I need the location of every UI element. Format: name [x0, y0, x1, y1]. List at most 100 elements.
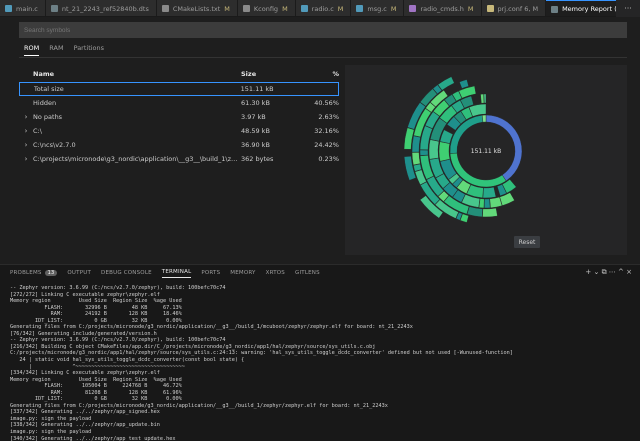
header-size[interactable]: Size [241, 70, 311, 78]
sunburst-segment[interactable] [437, 76, 455, 91]
modified-badge: M [282, 4, 288, 13]
file-icon [409, 5, 417, 12]
table-row[interactable]: Total size 151.11 kB [19, 82, 339, 96]
table-row[interactable]: › C:\ 48.59 kB 32.16% [19, 124, 339, 138]
table-row[interactable]: › No paths 3.97 kB 2.63% [19, 110, 339, 124]
panel-actions[interactable]: + ⌄ ⧉ ⋯ ^ × [585, 268, 632, 277]
row-size: 48.59 kB [241, 127, 270, 135]
tab-label: radio.c [311, 4, 334, 13]
row-name: C:\ [33, 127, 42, 135]
memory-report-tabs: ROM RAM Partitions [24, 44, 104, 56]
file-icon [242, 5, 250, 12]
panel-tabs: PROBLEMS 13 OUTPUT DEBUG CONSOLE TERMINAL POR… [10, 269, 320, 278]
sunburst-segment[interactable] [466, 206, 483, 218]
report-tab-ram[interactable]: RAM [49, 44, 63, 56]
tab-label: CMakeLists.txt [172, 4, 221, 13]
report-tabs-divider [19, 57, 627, 58]
file-icon [50, 5, 58, 12]
editor-tab[interactable]: nt_21_2243_ref52840b.dts [45, 0, 157, 16]
panel-tab-problems[interactable]: PROBLEMS 13 [10, 269, 58, 278]
row-size: 362 bytes [241, 155, 274, 163]
file-icon [551, 5, 559, 13]
header-percent[interactable]: % [311, 70, 339, 78]
file-icon [486, 5, 494, 12]
editor-tab[interactable]: radio_cmds.h M [404, 0, 482, 16]
sunburst-segment[interactable] [482, 186, 497, 199]
sunburst-segment[interactable] [419, 149, 429, 156]
chevron-right-icon[interactable]: › [19, 155, 33, 163]
file-icon [5, 5, 12, 12]
table-row[interactable]: › C:\ncs\v2.7.0 36.90 kB 24.42% [19, 138, 339, 152]
sunburst-segment[interactable] [482, 114, 487, 123]
sunburst-segment[interactable] [458, 85, 477, 99]
editor-tab[interactable]: main.c [0, 0, 46, 16]
panel-tab-gitlens[interactable]: GITLENS [295, 269, 320, 278]
editor-actions-menu[interactable]: ··· [616, 0, 640, 17]
row-name: C:\projects\micronode\g3_nordic\applicat… [33, 155, 241, 163]
row-name: No paths [33, 113, 63, 121]
editor-tab[interactable]: Kconfig M [237, 0, 296, 16]
tab-label: main.c [16, 4, 38, 13]
panel-tab-output[interactable]: OUTPUT [67, 269, 91, 278]
panel-tab-debug-console[interactable]: DEBUG CONSOLE [101, 269, 152, 278]
sunburst-chart[interactable]: 151.11 kB [345, 65, 627, 255]
sunburst-segment[interactable] [428, 139, 440, 160]
sunburst-chart-panel: 151.11 kB [345, 65, 627, 255]
tab-label: Kconfig [253, 4, 279, 13]
modified-badge: M [337, 4, 344, 13]
terminal-line: [340/342] Generating ../../zephyr/app_te… [10, 435, 176, 441]
memory-table: Name Size % Total size 151.11 kB Hidden 61.… [19, 66, 339, 166]
modified-badge: M [390, 4, 397, 13]
panel-tab-xrtos[interactable]: XRTOS [266, 269, 285, 278]
chevron-right-icon[interactable]: › [19, 113, 33, 121]
reset-button[interactable]: Reset [514, 236, 540, 248]
row-size: 3.97 kB [241, 113, 266, 121]
sunburst-segment[interactable] [484, 198, 491, 209]
problems-count-badge: 13 [44, 269, 58, 276]
sunburst-segment[interactable] [480, 93, 485, 104]
sunburst-segment[interactable] [482, 207, 498, 218]
row-name: Total size [33, 85, 64, 93]
editor-tab-bar: main.c nt_21_2243_ref52840b.dts CMakeLists… [0, 0, 640, 17]
row-size: 61.30 kB [241, 99, 270, 107]
search-symbols-input[interactable] [19, 22, 627, 38]
terminal-output[interactable]: -- Zephyr version: 3.6.99 (C:/ncs/v2.7.0… [10, 285, 634, 441]
panel-tab-ports[interactable]: PORTS [201, 269, 220, 278]
editor-tab[interactable]: CMakeLists.txt M [156, 0, 238, 16]
row-size: 36.90 kB [241, 141, 270, 149]
file-icon [356, 5, 364, 12]
report-tab-rom[interactable]: ROM [24, 44, 40, 56]
sunburst-segment[interactable] [483, 93, 487, 104]
tab-label: radio_cmds.h [420, 4, 464, 13]
row-percent: 32.16% [314, 127, 339, 135]
sunburst-segment[interactable] [411, 135, 421, 153]
row-percent: 2.63% [318, 113, 339, 121]
table-row[interactable]: › C:\projects\micronode\g3_nordic\applica… [19, 152, 339, 166]
editor-tab[interactable]: prj.conf 6, M [481, 0, 547, 16]
row-name: C:\ncs\v2.7.0 [33, 141, 76, 149]
panel-tab-terminal[interactable]: TERMINAL [161, 269, 192, 278]
editor-tab[interactable]: radio.c M [295, 0, 352, 16]
editor-tab[interactable]: msg.c M [351, 0, 405, 16]
row-percent: 24.42% [314, 141, 339, 149]
table-body: Total size 151.11 kB Hidden 61.30 kB 40.56% ›… [19, 82, 339, 166]
chart-center-label: 151.11 kB [471, 148, 502, 155]
table-row[interactable]: Hidden 61.30 kB 40.56% [19, 96, 339, 110]
sunburst-segment[interactable] [438, 141, 451, 162]
file-icon [300, 5, 308, 12]
row-name: Hidden [33, 99, 57, 107]
modified-badge: M [224, 4, 230, 13]
sunburst-segment[interactable] [411, 152, 421, 166]
table-header: Name Size % [19, 66, 339, 82]
chevron-right-icon[interactable]: › [19, 141, 33, 149]
sunburst-segment[interactable] [459, 79, 469, 89]
bottom-panel: PROBLEMS 13 OUTPUT DEBUG CONSOLE TERMINAL POR… [0, 264, 640, 441]
report-tab-partitions[interactable]: Partitions [74, 44, 104, 56]
panel-tab-memory[interactable]: MEMORY [230, 269, 255, 278]
modified-badge: M [467, 4, 474, 13]
header-name[interactable]: Name [33, 70, 241, 78]
row-percent: 0.23% [318, 155, 339, 163]
row-percent: 40.56% [314, 99, 339, 107]
tab-label: msg.c [367, 4, 387, 13]
chevron-right-icon[interactable]: › [19, 127, 33, 135]
